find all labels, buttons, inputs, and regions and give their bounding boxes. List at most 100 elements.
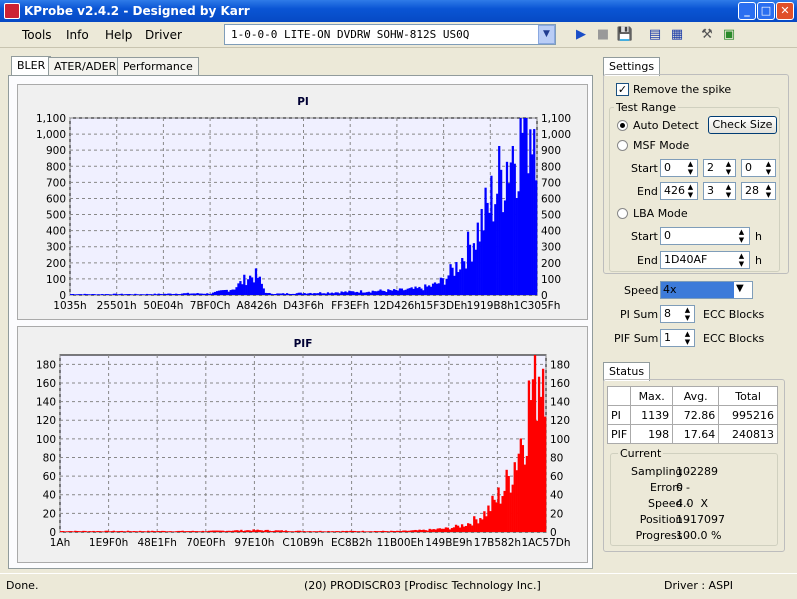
data-bar xyxy=(431,283,435,295)
data-bar xyxy=(157,530,160,532)
data-bar xyxy=(354,292,357,295)
tab-bler[interactable]: BLER xyxy=(11,56,52,76)
data-bar xyxy=(274,293,277,295)
spinner-icon[interactable]: ▲ ▼ xyxy=(684,183,697,199)
data-bar xyxy=(114,531,117,532)
y-tick-label-right: 600 xyxy=(541,193,561,205)
data-bar xyxy=(496,193,499,295)
data-bar xyxy=(363,292,367,295)
data-bar xyxy=(272,530,275,532)
data-bar xyxy=(130,531,134,532)
data-bar xyxy=(324,293,328,295)
data-bar xyxy=(519,118,522,295)
data-bar xyxy=(408,288,411,295)
data-bar xyxy=(180,293,184,295)
data-bar xyxy=(101,294,104,295)
data-bar xyxy=(78,531,81,532)
data-bar xyxy=(341,530,344,532)
check-size-button[interactable]: Check Size xyxy=(708,116,777,134)
spinner-icon[interactable]: ▲ ▼ xyxy=(681,306,694,322)
spinner-icon[interactable]: ▲ ▼ xyxy=(735,228,748,244)
data-bar xyxy=(102,531,105,532)
data-bar xyxy=(469,523,472,532)
x-tick-label: 70E0Fh xyxy=(186,537,225,549)
data-bar xyxy=(393,289,396,295)
x-tick-label: 1035h xyxy=(53,300,86,312)
data-bar xyxy=(493,499,496,532)
lba-mode-radio[interactable] xyxy=(617,208,628,219)
data-bar xyxy=(98,531,101,532)
data-bar xyxy=(118,294,121,295)
data-bar xyxy=(533,129,536,295)
menu-driver[interactable]: Driver xyxy=(145,28,182,42)
grid-view-icon[interactable]: ▦ xyxy=(667,25,687,45)
data-bar xyxy=(197,531,201,532)
data-bar xyxy=(138,294,141,295)
data-bar xyxy=(88,531,91,532)
data-bar xyxy=(192,293,195,295)
auto-detect-radio[interactable] xyxy=(617,120,628,131)
spinner-icon[interactable]: ▲ ▼ xyxy=(735,252,748,268)
data-bar xyxy=(426,530,429,532)
minimize-button[interactable]: _ xyxy=(738,2,756,20)
data-bar xyxy=(229,290,232,295)
spinner-icon[interactable]: ▲ ▼ xyxy=(722,183,735,199)
menu-help[interactable]: Help xyxy=(105,28,132,42)
data-bar xyxy=(379,531,383,532)
close-button[interactable]: ✕ xyxy=(776,2,794,20)
data-bar xyxy=(66,531,69,532)
data-bar xyxy=(235,287,238,295)
spinner-icon[interactable]: ▲ ▼ xyxy=(762,183,775,199)
y-tick-label: 400 xyxy=(46,226,66,238)
data-bar xyxy=(190,293,193,295)
data-bar xyxy=(432,529,435,532)
stop-icon[interactable]: ■ xyxy=(593,25,613,45)
data-bar xyxy=(422,290,425,295)
data-bar xyxy=(90,531,93,532)
lba-end-label: End xyxy=(637,254,658,267)
msf-mode-radio[interactable] xyxy=(617,140,628,151)
data-bar xyxy=(165,531,168,532)
y-tick-label-right: 80 xyxy=(550,452,563,464)
play-icon[interactable]: ▶ xyxy=(571,25,591,45)
y-tick-label: 60 xyxy=(43,471,56,483)
spinner-icon[interactable]: ▲ ▼ xyxy=(681,330,694,346)
x-tick-label: D43F6h xyxy=(283,300,324,312)
tab-performance[interactable]: Performance xyxy=(117,57,199,75)
data-bar xyxy=(124,531,128,532)
y-tick-label: 600 xyxy=(46,193,66,205)
speed-value[interactable]: 4x xyxy=(661,282,734,298)
row-label: PI xyxy=(606,405,632,425)
data-bar xyxy=(365,531,369,532)
tools-icon[interactable]: ⚒ xyxy=(697,25,717,45)
split-view-icon[interactable]: ▤ xyxy=(645,25,665,45)
data-bar xyxy=(322,293,326,295)
chevron-down-icon[interactable]: ▼ xyxy=(538,25,555,44)
y-tick-label: 160 xyxy=(36,378,56,390)
maximize-button[interactable]: □ xyxy=(757,2,775,20)
data-bar xyxy=(467,523,470,532)
spinner-icon[interactable]: ▲ ▼ xyxy=(684,160,697,176)
data-bar xyxy=(284,293,287,295)
menu-tools[interactable]: Tools xyxy=(22,28,52,42)
data-bar xyxy=(203,531,207,532)
tab-ater-ader[interactable]: ATER/ADER xyxy=(48,57,123,75)
x-tick-label: FF3EFh xyxy=(331,300,369,312)
drive-select[interactable]: 1-0-0-0 LITE-ON DVDRW SOHW-812S US0Q xyxy=(224,24,556,45)
spinner-icon[interactable]: ▲ ▼ xyxy=(722,160,735,176)
data-bar xyxy=(389,290,392,295)
speed-label: Speed xyxy=(624,284,659,297)
data-bar xyxy=(357,292,361,295)
chevron-down-icon[interactable]: ▼ xyxy=(736,283,744,294)
y-tick-label-right: 140 xyxy=(550,397,570,409)
data-bar xyxy=(521,445,525,532)
image-icon[interactable]: ▣ xyxy=(719,25,739,45)
data-bar xyxy=(412,530,415,532)
table-row: PI 1139 72.86 995216 xyxy=(606,405,778,425)
remove-spike-checkbox[interactable]: ✓ xyxy=(616,83,629,96)
save-icon[interactable]: 💾 xyxy=(615,25,635,45)
data-bar xyxy=(430,529,433,532)
menu-info[interactable]: Info xyxy=(66,28,89,42)
data-bar xyxy=(236,530,239,532)
spinner-icon[interactable]: ▲ ▼ xyxy=(762,160,775,176)
